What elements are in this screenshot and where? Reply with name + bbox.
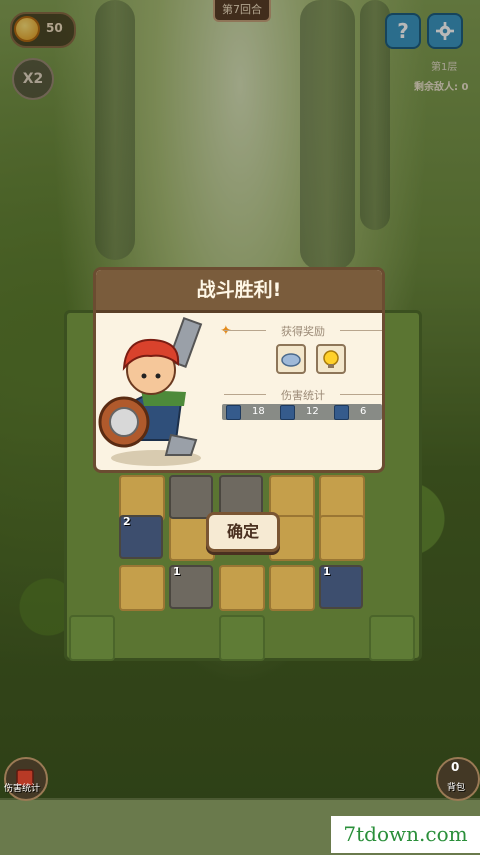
piece-level: 2 [123, 515, 131, 528]
site-watermark: 7tdown.com [331, 816, 480, 853]
victory-dialog: 战斗胜利! ✦ 获得奖励 伤害统计 18 12 6 [93, 267, 385, 473]
damage-stats-button[interactable] [4, 757, 48, 801]
armor-stat-icon [280, 405, 295, 420]
confirm-button[interactable]: 确定 [206, 512, 280, 552]
armor-stat-icon [226, 405, 241, 420]
piece-level: 1 [323, 565, 331, 578]
stat-value: 6 [360, 406, 367, 417]
board-cell[interactable] [69, 615, 115, 661]
stat-value: 12 [306, 406, 319, 417]
reward-item[interactable] [316, 344, 346, 374]
helmet-stat-icon [334, 405, 349, 420]
board-cell[interactable] [369, 615, 415, 661]
piece-level: 1 [173, 565, 181, 578]
bag-count: 0 [451, 760, 460, 774]
damage-section-label: 伤害统计 [224, 387, 382, 403]
armor-piece[interactable]: 1 [169, 565, 213, 609]
cloud-badge-icon [281, 353, 301, 367]
stat-value: 18 [252, 406, 265, 417]
helmet-piece[interactable]: 2 [119, 515, 163, 559]
shield-piece[interactable]: 1 [319, 565, 363, 609]
hero-character-illustration [98, 316, 203, 466]
dialog-title: 战斗胜利! [96, 270, 382, 313]
damage-stats-bar: 18 12 6 [222, 404, 382, 420]
board-cell[interactable] [319, 515, 365, 561]
board-cell[interactable] [219, 615, 265, 661]
lightbulb-badge-icon [323, 350, 339, 368]
board-cell[interactable] [219, 565, 265, 611]
board-cell[interactable] [119, 565, 165, 611]
bag-label: 背包 [447, 783, 466, 793]
board-cell[interactable] [269, 565, 315, 611]
damage-stats-label: 伤害统计 [4, 784, 41, 794]
reward-section-label: 获得奖励 [224, 323, 382, 339]
armor-piece[interactable] [169, 475, 213, 519]
reward-item[interactable] [276, 344, 306, 374]
